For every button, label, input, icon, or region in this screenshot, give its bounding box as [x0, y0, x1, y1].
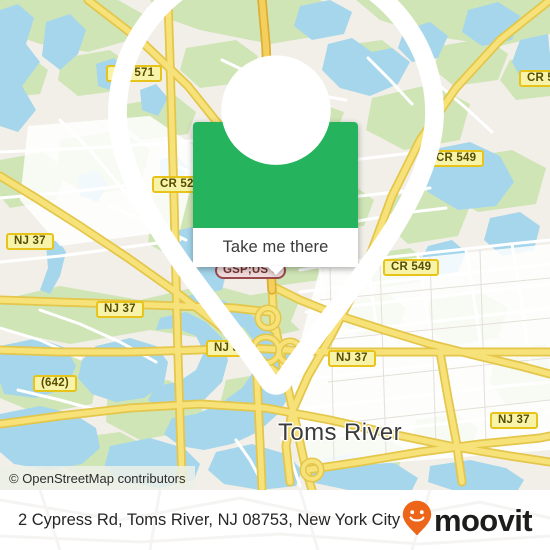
moovit-wordmark: moovit	[433, 502, 533, 538]
address-text: 2 Cypress Rd, Toms River, NJ 08753, New …	[18, 510, 401, 529]
moovit-brand[interactable]: moovit	[402, 500, 533, 541]
callout-pin-area	[107, 0, 444, 395]
map-canvas[interactable]: CR 571 GSP CR 549 CR 549 CR 527 NJ 37 CR…	[0, 0, 550, 490]
footer-bar: 2 Cypress Rd, Toms River, NJ 08753, New …	[0, 490, 550, 550]
take-me-there-button[interactable]: Take me there	[223, 238, 329, 257]
callout-action-area[interactable]: Take me there	[193, 228, 358, 275]
location-callout-card[interactable]: Take me there	[107, 0, 444, 395]
map-screen: CR 571 GSP CR 549 CR 549 CR 527 NJ 37 CR…	[0, 0, 550, 550]
callout-tail	[266, 266, 285, 275]
location-pin-icon	[1, 0, 550, 420]
osm-attribution[interactable]: © OpenStreetMap contributors	[0, 466, 195, 490]
city-label-toms-river: Toms River	[278, 419, 403, 446]
moovit-pin-smiley-icon	[402, 500, 432, 541]
